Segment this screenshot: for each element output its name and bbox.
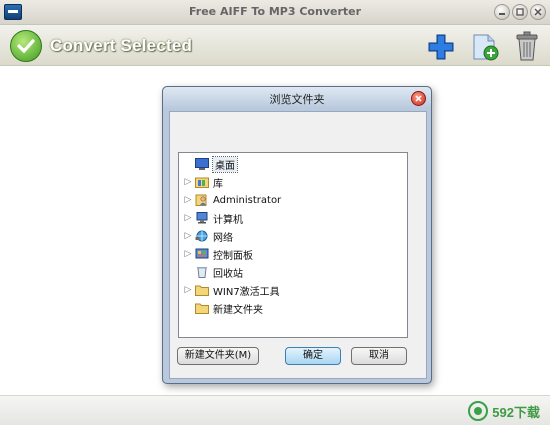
new-folder-button[interactable]: 新建文件夹(M) bbox=[177, 347, 259, 365]
tree-item-computer[interactable]: ▷ 计算机 bbox=[183, 210, 243, 226]
expand-arrow-icon[interactable]: ▷ bbox=[183, 195, 193, 205]
dialog-title: 浏览文件夹 bbox=[269, 93, 325, 106]
tree-item-network[interactable]: ▷ 网络 bbox=[183, 228, 233, 244]
cancel-button[interactable]: 取消 bbox=[351, 347, 407, 365]
tree-item-label: 控制面板 bbox=[213, 250, 253, 262]
network-icon bbox=[195, 230, 208, 242]
convert-selected-label: Convert Selected bbox=[50, 36, 193, 55]
convert-selected-button[interactable]: Convert Selected bbox=[10, 30, 193, 62]
tree-item-label: 新建文件夹 bbox=[213, 304, 263, 316]
tree-item-recycle-bin[interactable]: 回收站 bbox=[183, 264, 243, 280]
tree-item-label: WIN7激活工具 bbox=[213, 286, 280, 298]
control-panel-icon bbox=[195, 248, 209, 259]
tree-item-label: 计算机 bbox=[213, 214, 243, 226]
tree-item-label: 回收站 bbox=[213, 268, 243, 280]
check-icon bbox=[10, 30, 42, 62]
desktop-icon bbox=[195, 158, 209, 170]
watermark-logo-icon bbox=[468, 401, 489, 421]
expand-arrow-icon[interactable]: ▷ bbox=[183, 231, 193, 241]
folder-icon bbox=[195, 303, 209, 314]
expand-arrow-icon[interactable]: ▷ bbox=[183, 249, 193, 259]
add-file-icon[interactable] bbox=[470, 33, 500, 61]
tree-item-library[interactable]: ▷ 库 bbox=[183, 174, 223, 190]
trash-icon[interactable] bbox=[514, 31, 540, 61]
folder-tree[interactable]: 桌面 ▷ 库 ▷ Administrator ▷ 计算机 ▷ 网络 ▷ 控制面板… bbox=[178, 152, 408, 338]
recycle-bin-icon bbox=[197, 267, 207, 278]
dialog-body: 桌面 ▷ 库 ▷ Administrator ▷ 计算机 ▷ 网络 ▷ 控制面板… bbox=[169, 111, 427, 379]
watermark: 592下载 bbox=[468, 401, 540, 421]
tree-item-label: 桌面 bbox=[212, 155, 238, 173]
tree-item-desktop[interactable]: 桌面 bbox=[183, 155, 238, 173]
browse-folder-dialog: 浏览文件夹 桌面 ▷ 库 ▷ Administrator ▷ 计算机 ▷ 网络 … bbox=[162, 86, 432, 384]
status-bar: 592下载 bbox=[0, 395, 550, 425]
library-icon bbox=[195, 177, 209, 188]
close-button[interactable] bbox=[530, 4, 546, 20]
user-folder-icon bbox=[195, 194, 207, 206]
window-titlebar: Free AIFF To MP3 Converter bbox=[0, 0, 550, 25]
expand-arrow-icon[interactable]: ▷ bbox=[183, 213, 193, 223]
toolbar: Convert Selected bbox=[0, 25, 550, 66]
add-icon[interactable] bbox=[426, 33, 456, 61]
tree-item-label: Administrator bbox=[213, 194, 282, 206]
expand-arrow-icon[interactable]: ▷ bbox=[183, 177, 193, 187]
ok-button[interactable]: 确定 bbox=[285, 347, 341, 365]
dialog-titlebar: 浏览文件夹 bbox=[163, 87, 431, 109]
tree-item-label: 网络 bbox=[213, 232, 233, 244]
tree-item-new-folder[interactable]: 新建文件夹 bbox=[183, 300, 263, 316]
tree-item-control-panel[interactable]: ▷ 控制面板 bbox=[183, 246, 253, 262]
tree-item-administrator[interactable]: ▷ Administrator bbox=[183, 192, 281, 208]
expand-arrow-icon[interactable]: ▷ bbox=[183, 285, 193, 295]
folder-icon bbox=[195, 285, 209, 296]
window-title: Free AIFF To MP3 Converter bbox=[188, 5, 362, 18]
tree-item-win7-tool[interactable]: ▷ WIN7激活工具 bbox=[183, 282, 280, 298]
watermark-text: 592下载 bbox=[492, 404, 540, 420]
computer-icon bbox=[196, 212, 208, 224]
maximize-button[interactable] bbox=[512, 4, 528, 20]
tree-item-label: 库 bbox=[213, 178, 223, 190]
dialog-close-button[interactable] bbox=[411, 91, 426, 106]
minimize-button[interactable] bbox=[494, 4, 510, 20]
